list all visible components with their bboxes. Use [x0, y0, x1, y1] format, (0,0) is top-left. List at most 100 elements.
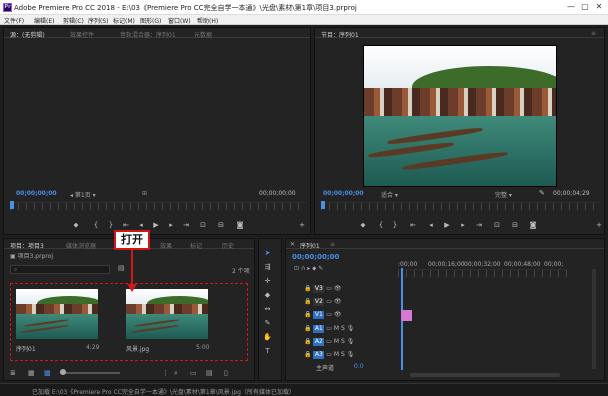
new-bin-from-search-icon[interactable]: ▤	[118, 264, 125, 272]
timeline-close-icon[interactable]: ✕	[290, 241, 295, 248]
source-page-control[interactable]: ◂ 第1页 ▾	[70, 190, 96, 199]
project-search-input[interactable]: ⌕	[10, 265, 110, 274]
program-add-marker-icon[interactable]: ⬥	[359, 221, 367, 230]
menu-help[interactable]: 帮助(H)	[197, 16, 218, 25]
automate-to-sequence-icon[interactable]: ⋮	[162, 369, 169, 377]
solo-button[interactable]: S	[341, 338, 345, 345]
source-settings-icon[interactable]: ⊞	[142, 190, 147, 197]
menu-clip[interactable]: 剪辑(C)	[63, 16, 84, 25]
menu-graphics[interactable]: 图形(G)	[140, 16, 161, 25]
solo-button[interactable]: S	[341, 351, 345, 358]
slip-tool-icon[interactable]: ↔	[263, 305, 272, 314]
minimize-button[interactable]: —	[565, 1, 577, 13]
mute-button[interactable]: M	[334, 351, 339, 358]
program-go-to-out-icon[interactable]: ⇥	[475, 221, 483, 229]
ripple-edit-tool-icon[interactable]: ✛	[263, 277, 272, 286]
timeline-vertical-scrollbar[interactable]	[592, 269, 596, 369]
tab-markers[interactable]: 标记	[190, 241, 202, 250]
mute-button[interactable]: M	[334, 338, 339, 345]
fit-dropdown[interactable]: 适合 ▾	[381, 190, 398, 199]
timeline-timecode[interactable]: 00;00;00;00	[292, 253, 339, 261]
master-volume-value[interactable]: 0.0	[354, 363, 364, 370]
menu-window[interactable]: 窗口(W)	[168, 16, 191, 25]
timeline-clip[interactable]	[401, 310, 412, 321]
type-tool-icon[interactable]: T	[263, 347, 272, 356]
menu-sequence[interactable]: 序列(S)	[88, 16, 109, 25]
zoom-slider[interactable]	[60, 372, 120, 374]
menu-file[interactable]: 文件(F)	[4, 16, 24, 25]
go-to-out-icon[interactable]: ⇥	[182, 221, 190, 229]
program-mark-in-icon[interactable]: {	[377, 221, 385, 229]
extract-icon[interactable]: ⊟	[511, 221, 519, 229]
track-v1[interactable]: 🔒 V1 ▭ 👁	[304, 311, 400, 322]
tab-source[interactable]: 源：(无剪辑)	[10, 30, 45, 39]
step-forward-icon[interactable]: ▸	[167, 221, 175, 229]
tab-metadata[interactable]: 元数据	[194, 30, 212, 39]
new-bin-icon[interactable]: ▭	[190, 369, 197, 377]
menu-edit[interactable]: 编辑(E)	[34, 16, 54, 25]
tab-program[interactable]: 节目：序列01	[321, 30, 359, 39]
razor-tool-icon[interactable]: ◆	[263, 291, 272, 300]
source-timecode-left[interactable]: 00;00;00;00	[16, 190, 57, 197]
timeline-ruler[interactable]	[398, 269, 568, 277]
icon-view-icon[interactable]: ▦	[28, 369, 35, 377]
list-view-icon[interactable]: ≣	[10, 369, 16, 377]
step-back-icon[interactable]: ◂	[137, 221, 145, 229]
tab-audio-mixer[interactable]: 音轨混合器：序列01	[120, 30, 176, 39]
track-a1[interactable]: 🔒 A1 ▭ M S 🎙	[304, 325, 400, 336]
play-icon[interactable]: ▶	[152, 221, 160, 229]
project-item-sequence-thumb[interactable]	[16, 289, 98, 339]
project-item-image-name[interactable]: 风景.jpg	[126, 344, 149, 353]
tab-effect-controls[interactable]: 效果控件	[70, 30, 94, 39]
clear-icon[interactable]: ▯	[224, 369, 228, 377]
tab-sequence[interactable]: 序列01	[300, 241, 320, 250]
track-v2[interactable]: 🔒 V2 ▭ 👁	[304, 298, 400, 309]
project-item-image-thumb[interactable]	[126, 289, 208, 339]
program-export-frame-icon[interactable]: ◙	[529, 221, 537, 229]
overwrite-icon[interactable]: ⊟	[217, 221, 225, 229]
tab-history[interactable]: 历史	[222, 241, 234, 250]
add-marker-icon[interactable]: ⬥	[72, 221, 80, 230]
source-time-ruler[interactable]	[10, 202, 306, 210]
timeline-horizontal-scrollbar[interactable]	[410, 373, 560, 377]
mark-in-icon[interactable]: {	[92, 221, 100, 229]
mark-out-icon[interactable]: }	[107, 221, 115, 229]
wrench-icon[interactable]: ✎	[539, 189, 545, 197]
project-item-sequence-name[interactable]: 序列01	[16, 344, 36, 353]
source-add-button-icon[interactable]: +	[298, 221, 306, 229]
find-icon[interactable]: ⌕	[174, 369, 178, 378]
maximize-button[interactable]: ▢	[579, 1, 591, 13]
panel-menu-icon[interactable]: ≡	[591, 30, 596, 37]
program-timecode-left[interactable]: 00;00;00;00	[323, 190, 364, 197]
quality-dropdown[interactable]: 完整 ▾	[495, 190, 512, 199]
program-time-ruler[interactable]	[321, 202, 600, 210]
menu-marker[interactable]: 标记(M)	[113, 16, 135, 25]
close-button[interactable]: ✕	[593, 1, 605, 13]
program-step-back-icon[interactable]: ◂	[427, 221, 435, 229]
track-a3[interactable]: 🔒 A3 ▭ M S 🎙	[304, 351, 400, 362]
zoom-slider-handle[interactable]	[60, 369, 66, 375]
source-playhead[interactable]	[10, 201, 14, 209]
export-frame-icon[interactable]: ◙	[236, 221, 244, 229]
program-mark-out-icon[interactable]: }	[391, 221, 399, 229]
program-play-icon[interactable]: ▶	[443, 221, 451, 229]
tab-media-browser[interactable]: 媒体浏览器	[66, 241, 96, 250]
insert-icon[interactable]: ⊡	[199, 221, 207, 229]
lift-icon[interactable]: ⊡	[493, 221, 501, 229]
program-playhead[interactable]	[321, 201, 325, 209]
freeform-view-icon[interactable]: ▩	[44, 369, 51, 377]
tab-effects[interactable]: 效果	[160, 241, 172, 250]
program-step-forward-icon[interactable]: ▸	[459, 221, 467, 229]
tab-project[interactable]: 项目：项目3	[10, 241, 44, 250]
snap-icon[interactable]: ⊡ ∩ ▸ ⬥ ✎	[294, 265, 323, 273]
track-a2[interactable]: 🔒 A2 ▭ M S 🎙	[304, 338, 400, 349]
go-to-in-icon[interactable]: ⇤	[122, 221, 130, 229]
track-select-tool-icon[interactable]: ⇶	[263, 263, 272, 272]
program-add-button-icon[interactable]: +	[595, 221, 603, 229]
pen-tool-icon[interactable]: ✎	[263, 319, 272, 328]
solo-button[interactable]: S	[341, 325, 345, 332]
mute-button[interactable]: M	[334, 325, 339, 332]
timeline-menu-icon[interactable]: ≡	[330, 241, 335, 248]
hand-tool-icon[interactable]: ✋	[263, 333, 272, 342]
selection-tool-icon[interactable]: ➤	[263, 249, 272, 258]
